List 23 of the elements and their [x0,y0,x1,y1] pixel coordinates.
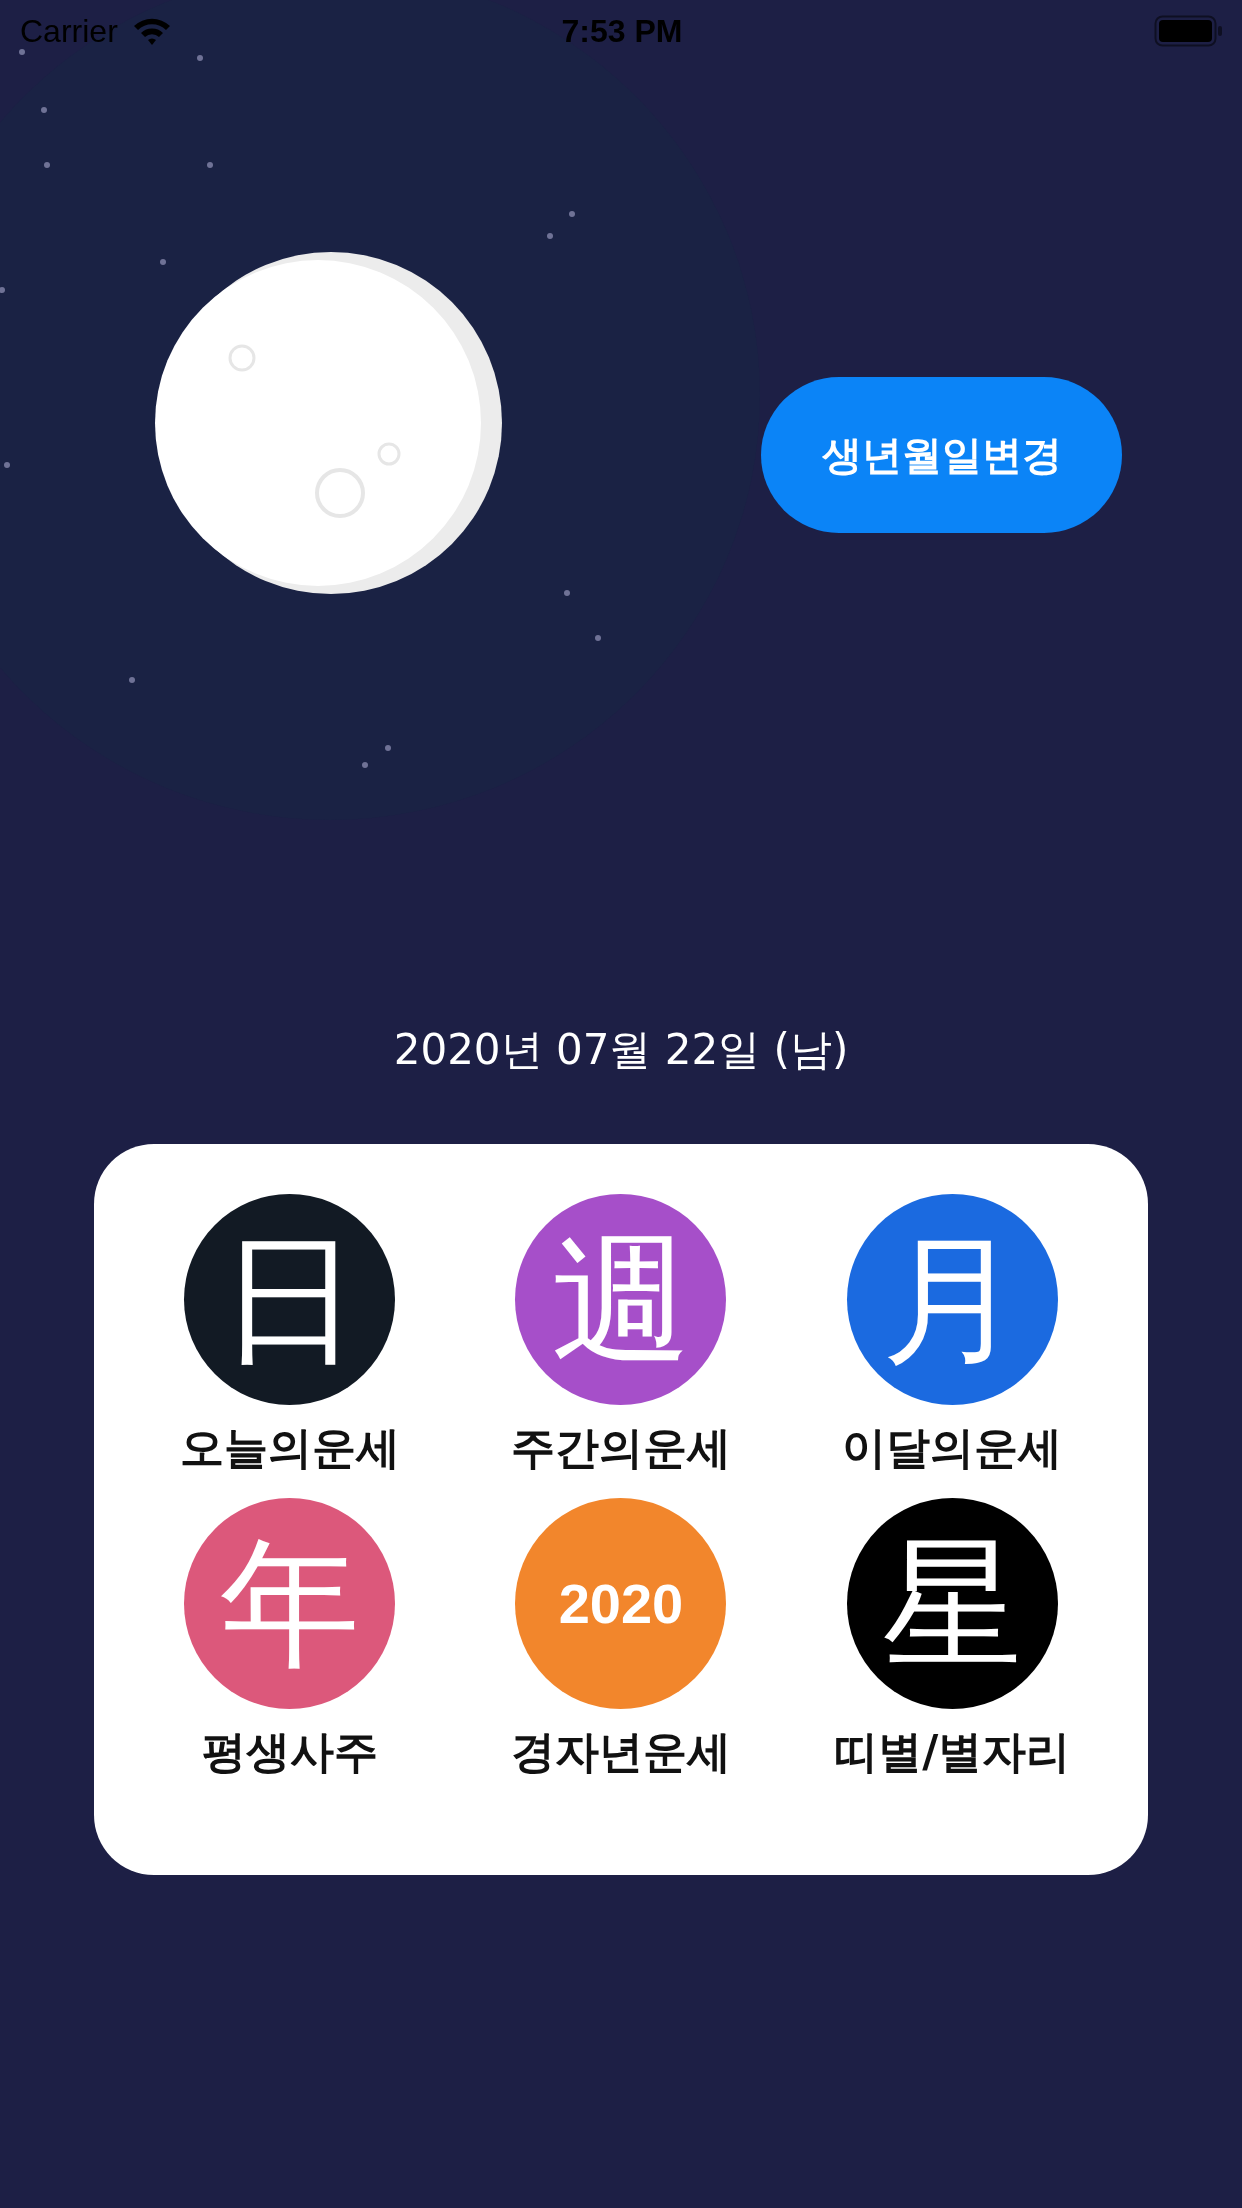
hanja-glyph: 星 [882,1533,1023,1674]
menu-label: 오늘의운세 [179,1421,400,1475]
hanja-glyph: 年 [219,1533,360,1674]
change-birthdate-button[interactable]: 생년월일변경 [761,377,1122,533]
menu-item[interactable]: 週 주간의운세 [455,1194,787,1478]
carrier-name: Carrier [20,12,118,50]
status-time: 7:53 PM [561,12,683,50]
menu-label: 이달의운세 [842,1421,1063,1475]
menu-item[interactable]: 星 띠별/별자리 [786,1498,1118,1782]
birth-date: 2020년 07월 22일 (남) [392,1024,850,1076]
menu-label: 띠별/별자리 [834,1725,1071,1779]
hanja-glyph: 月 [882,1229,1023,1370]
hanja-glyph: 日 [219,1229,360,1370]
battery-icon [1154,15,1224,47]
menu-item[interactable]: 2020 경자년운세 [455,1498,787,1782]
year-glyph: 2020 [558,1571,684,1636]
menu-item[interactable]: 日 오늘의운세 [124,1194,456,1478]
menu-label: 평생사주 [201,1725,378,1779]
menu-label: 경자년운세 [511,1725,731,1779]
menu-item[interactable]: 月 이달의운세 [786,1194,1118,1478]
menu-item[interactable]: 年 평생사주 [124,1498,456,1782]
hanja-glyph: 週 [551,1229,691,1370]
menu-label: 주간의운세 [511,1421,731,1475]
